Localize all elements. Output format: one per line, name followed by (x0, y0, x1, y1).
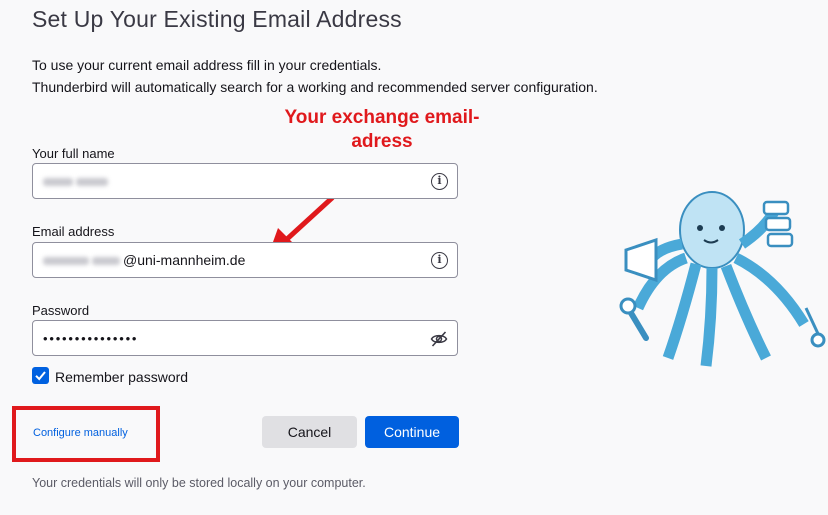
password-dots: ••••••••••••••• (43, 331, 139, 346)
redacted-block (43, 257, 89, 266)
password-input[interactable]: ••••••••••••••• (32, 320, 458, 356)
redacted-block (92, 257, 120, 266)
intro-line-1: To use your current email address fill i… (32, 57, 382, 73)
info-icon[interactable]: i (431, 252, 448, 269)
octopus-mascot-illustration (619, 191, 826, 367)
password-label: Password (32, 303, 90, 318)
cancel-button[interactable]: Cancel (262, 416, 357, 448)
intro-line-2: Thunderbird will automatically search fo… (32, 79, 598, 95)
info-icon[interactable]: i (431, 173, 448, 190)
full-name-label: Your full name (32, 146, 115, 161)
configure-manually-link[interactable]: Configure manually (33, 427, 128, 439)
remember-password-label[interactable]: Remember password (55, 369, 188, 385)
continue-button[interactable]: Continue (365, 416, 459, 448)
remember-password-checkbox[interactable] (32, 367, 49, 384)
full-name-value (43, 173, 111, 189)
annotation-text: Your exchange email-adress (284, 107, 480, 152)
email-domain: @uni-mannheim.de (123, 252, 246, 268)
full-name-input[interactable]: i (32, 163, 458, 199)
redacted-block (76, 178, 108, 187)
check-icon (35, 371, 46, 381)
email-value: @uni-mannheim.de (43, 252, 245, 268)
intro-text: To use your current email address fill i… (32, 54, 598, 98)
credentials-note: Your credentials will only be stored loc… (32, 476, 366, 490)
email-label: Email address (32, 224, 115, 239)
redacted-block (43, 178, 73, 187)
email-input[interactable]: @uni-mannheim.de i (32, 242, 458, 278)
page-title: Set Up Your Existing Email Address (32, 6, 402, 32)
eye-slash-icon[interactable] (430, 330, 448, 348)
